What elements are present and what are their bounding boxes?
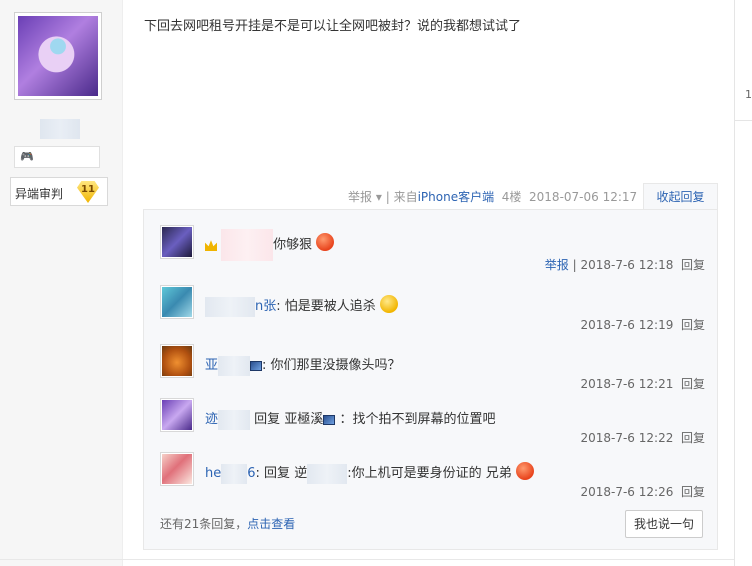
reply-target[interactable]: 亚極溪 <box>284 412 323 427</box>
reply-button[interactable]: 回复 <box>681 318 705 332</box>
reply-word: 回复 <box>254 412 281 427</box>
reply-text: 怕是要被人追杀 <box>284 299 376 314</box>
reply-button[interactable]: 回复 <box>681 377 705 391</box>
edge-digit: 1 <box>745 88 752 101</box>
gamepad-icon: 🎮 <box>20 150 34 163</box>
smile-face-icon <box>379 294 398 313</box>
divider <box>735 120 752 121</box>
client-link[interactable]: iPhone客户端 <box>418 190 495 204</box>
username-redacted[interactable] <box>221 463 248 484</box>
badge-level-icon: 11 <box>77 181 99 203</box>
reply-text: 你上机可是要身份证的 兄弟 <box>351 466 512 481</box>
more-replies: 还有21条回复，点击查看 <box>160 515 295 532</box>
reply-word: 回复 <box>264 466 291 481</box>
author-name-redacted[interactable] <box>40 119 80 139</box>
author-avatar[interactable] <box>14 12 102 100</box>
reply-avatar[interactable] <box>160 452 194 486</box>
reply-avatar[interactable] <box>160 225 194 259</box>
reply-time: 2018-7-6 12:18 <box>580 258 674 272</box>
reply-username[interactable]: 迹 <box>205 412 218 427</box>
reply-footer: 举报 | 2018-7-6 12:18 回复 <box>545 256 705 273</box>
reply-username[interactable]: n张 <box>255 299 276 314</box>
reply-button[interactable]: 回复 <box>681 485 705 499</box>
reply-panel: 你够狠 举报 | 2018-7-6 12:18 回复 n张: 怕是要被人追杀 2… <box>143 209 718 550</box>
separator: | <box>572 258 577 272</box>
username-redacted[interactable] <box>218 409 251 430</box>
reply-button[interactable]: 回复 <box>681 431 705 445</box>
reply-avatar[interactable] <box>160 398 194 432</box>
reply-text-line: he 6: 回复 逆:你上机可是要身份证的 兄弟 <box>205 461 534 484</box>
right-edge-panel: 1 <box>734 0 752 566</box>
divider <box>0 559 734 560</box>
reply-avatar[interactable] <box>160 285 194 319</box>
reply-text-line: 你够狠 <box>205 229 335 261</box>
reply-text-line: 亚: 你们那里没摄像头吗？ <box>205 354 401 376</box>
reply-time: 2018-7-6 12:19 <box>580 318 674 332</box>
angry-face-icon <box>515 461 534 480</box>
username-redacted[interactable] <box>205 296 255 317</box>
level-bar: 🎮 <box>14 146 100 168</box>
reply-footer: 2018-7-6 12:22 回复 <box>580 429 705 446</box>
collapse-replies-button[interactable]: 收起回复 <box>643 183 718 210</box>
reply-text: 你够狠 <box>273 237 313 253</box>
client-prefix: 来自 <box>393 190 418 204</box>
reply-time: 2018-7-6 12:22 <box>580 431 674 445</box>
chevron-down-icon[interactable]: ▾ <box>376 190 382 204</box>
view-more-link[interactable]: 点击查看 <box>247 517 295 531</box>
more-replies-count: 还有21条回复， <box>160 517 248 531</box>
avatar-image <box>18 16 98 96</box>
reply-text: 你们那里没摄像头吗？ <box>270 358 401 373</box>
username-redacted[interactable] <box>221 229 274 261</box>
author-sidebar: 🎮 异端审判 11 <box>0 0 123 566</box>
post-content: 下回去网吧租号开挂是不是可以让全网吧被封？说的我都想试试了 <box>144 19 522 34</box>
angry-face-icon <box>316 233 335 251</box>
reply-time: 2018-7-6 12:21 <box>580 377 674 391</box>
floor-number: 4楼 <box>501 190 522 204</box>
username-redacted[interactable] <box>218 355 251 376</box>
reply-footer: 2018-7-6 12:26 回复 <box>580 483 705 500</box>
post-meta: 举报 ▾ | 来自iPhone客户端 4楼 2018-07-06 12:17 <box>348 188 637 205</box>
reply-text-line: n张: 怕是要被人追杀 <box>205 294 398 317</box>
reply-button[interactable]: 回复 <box>681 258 705 272</box>
author-badge[interactable]: 异端审判 11 <box>10 177 108 206</box>
reply-time: 2018-7-6 12:26 <box>580 485 674 499</box>
reply-text: ：找个拍不到屏幕的位置吧 <box>339 412 496 427</box>
reply-avatar[interactable] <box>160 344 194 378</box>
post-time: 2018-07-06 12:17 <box>529 190 638 204</box>
reply-footer: 2018-7-6 12:21 回复 <box>580 375 705 392</box>
monitor-icon <box>250 360 263 371</box>
report-link[interactable]: 举报 <box>348 190 372 204</box>
reply-username[interactable]: 亚 <box>205 358 218 373</box>
separator: | <box>385 190 390 204</box>
reply-target[interactable]: 逆 <box>294 466 307 481</box>
reply-footer: 2018-7-6 12:19 回复 <box>580 316 705 333</box>
badge-name: 异端审判 <box>15 187 64 201</box>
username-redacted[interactable] <box>307 463 348 484</box>
reply-username-tail[interactable]: 6 <box>247 466 255 481</box>
reply-username[interactable]: he <box>205 466 221 481</box>
add-comment-button[interactable]: 我也说一句 <box>625 510 703 538</box>
crown-icon <box>205 240 217 251</box>
monitor-icon <box>323 414 336 425</box>
reply-text-line: 迹 回复 亚極溪 ：找个拍不到屏幕的位置吧 <box>205 408 495 430</box>
report-link[interactable]: 举报 <box>545 258 569 272</box>
